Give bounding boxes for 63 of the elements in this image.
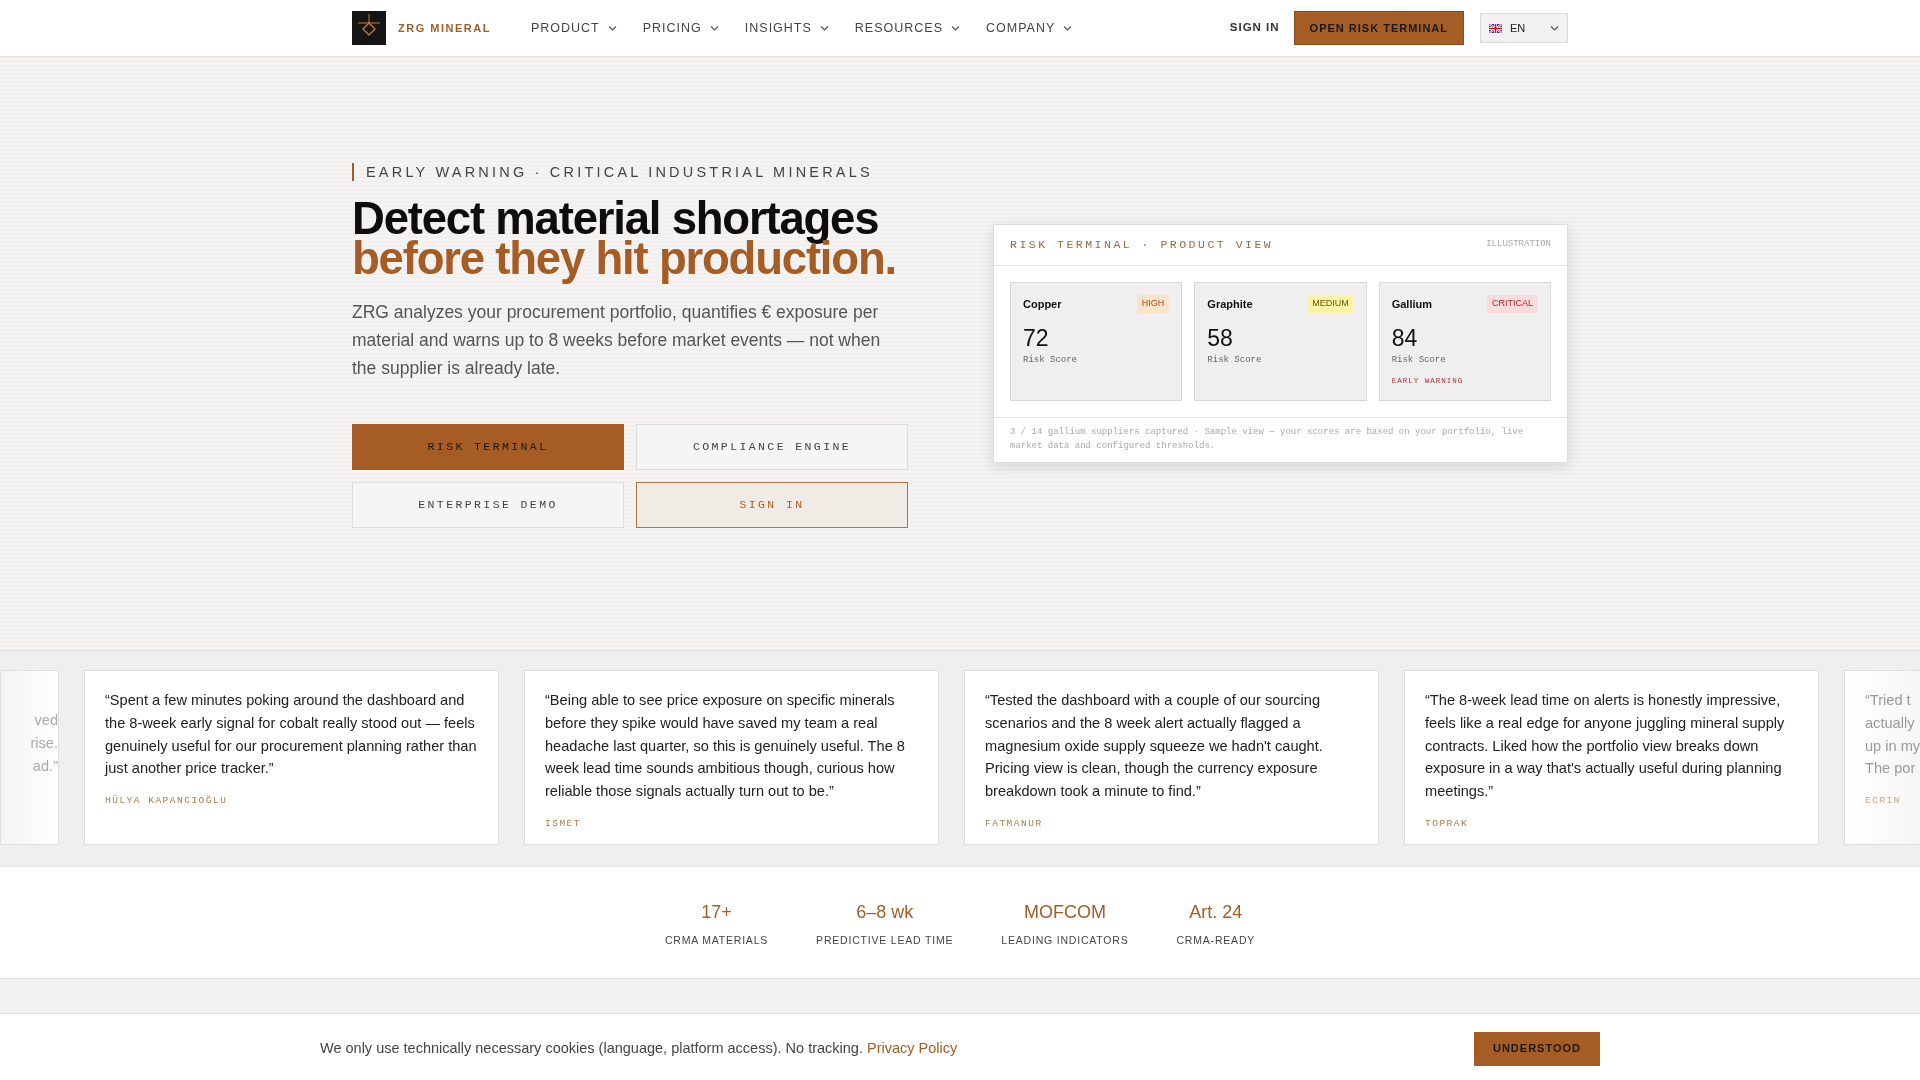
stat-label: LEADING INDICATORS: [1001, 933, 1129, 948]
chevron-down-icon: [819, 25, 829, 31]
severity-badge: HIGH: [1136, 295, 1170, 313]
quote-text-line: actually: [1865, 713, 1916, 733]
hero-button[interactable]: ENTERPRISE DEMO: [352, 482, 624, 528]
stat-label: PREDICTIVE LEAD TIME: [816, 933, 954, 948]
lead-paragraph: ZRG analyzes your procurement portfolio, quantifies € exposure per material and warns up to 8 weeks before market events — not when the supplier is already late.: [352, 301, 882, 380]
quote-text: “Tested the dashboard with a couple of our sourcing scenarios and the 8 week alert actually flagged a magnesium oxide supply squeeze we hadn't caught. Pricing view is clean, though the currency exposure breakdown took a minute to find.”: [985, 691, 1324, 802]
quote-text-line: “Tried t: [1865, 691, 1912, 710]
nav-menu-item[interactable]: COMPANY: [986, 18, 1073, 38]
chevron-down-icon: [951, 25, 961, 31]
eyebrow-text: EARLY WARNING · CRITICAL INDUSTRIAL MINERALS: [352, 163, 908, 181]
hero-button[interactable]: RISK TERMINAL: [352, 424, 624, 470]
terminal-title: RISK TERMINAL · PRODUCT VIEW: [1010, 237, 1274, 254]
material-name: Copper: [1023, 296, 1062, 312]
language-select[interactable]: EN: [1480, 13, 1568, 43]
nav-menu-item[interactable]: INSIGHTS: [744, 18, 829, 38]
stat-value: 6–8 wk: [855, 901, 915, 924]
hero-button[interactable]: SIGN IN: [636, 482, 908, 528]
quote-text: “Being able to see price exposure on specific minerals before they spike would have saved my team a real headache last quarter, so this is genuinely useful. The 8 week lead time sounds ambitious though, curious how reliable those signals actually turn out to be.”: [545, 691, 906, 802]
nav-menu-item[interactable]: PRODUCT: [530, 18, 617, 38]
chevron-down-icon: [607, 25, 617, 31]
quote-text-line: ved: [34, 711, 58, 730]
stat-label: CRMA-READY: [1176, 933, 1256, 948]
footnote-text: 3 / 14 gallium suppliers captured · Sample view — your scores are based on your portfolio, live market data and configured thresholds.: [994, 417, 1567, 462]
chevron-down-icon: [1550, 25, 1559, 31]
stat-value: 17+: [700, 901, 733, 924]
stat-value: MOFCOM: [1022, 901, 1107, 924]
quote-text: “The 8-week lead time on alerts is honestly impressive, feels like a real edge for anyone juggling mineral supply contracts. Liked how the portfolio view breaks down exposure in a way that's actually useful during planning meetings.”: [1425, 691, 1786, 802]
risk-score: 58: [1207, 324, 1234, 351]
author-name: HÜLYA KAPANCIOĞLU: [105, 794, 229, 809]
flag-icon: [1489, 23, 1502, 33]
material-name: Gallium: [1391, 296, 1432, 312]
chevron-down-icon: [709, 25, 719, 31]
material-name: Graphite: [1207, 296, 1253, 312]
sign-in-link[interactable]: SIGN IN: [1223, 18, 1286, 38]
nav-menu-item[interactable]: PRICING: [642, 18, 719, 38]
severity-badge: MEDIUM: [1307, 295, 1354, 313]
illustration-tag: ILLUSTRATION: [1486, 238, 1551, 252]
author-name: ECRIN: [1865, 794, 1902, 809]
logo-icon: [352, 11, 386, 45]
quote-text-line: The por: [1865, 759, 1917, 779]
quote-text: “Spent a few minutes poking around the dashboard and the 8-week early signal for cobalt really stood out — feels genuinely useful for our procurement planning rather than just another price tracker.”: [105, 691, 478, 779]
stat-value: Art. 24: [1188, 901, 1244, 924]
quote-text-line: up in my: [1865, 736, 1920, 756]
privacy-policy-link[interactable]: Privacy Policy: [866, 1039, 958, 1056]
cookie-notice: We only use technically necessary cookies (language, platform access). No tracking. Privacy Policy: [320, 1038, 958, 1058]
author-name: FATMANUR: [985, 817, 1044, 831]
brand-name[interactable]: ZRG MINERAL: [398, 19, 491, 37]
score-label: Risk Score: [1023, 353, 1078, 367]
risk-score: 72: [1023, 324, 1050, 351]
hero-button[interactable]: COMPLIANCE ENGINE: [636, 424, 908, 470]
stat-label: CRMA MATERIALS: [664, 933, 769, 948]
risk-score: 84: [1391, 324, 1419, 351]
author-name: TOPRAK: [1425, 817, 1470, 831]
score-label: Risk Score: [1391, 353, 1447, 367]
score-label: Risk Score: [1207, 353, 1263, 367]
nav-menu-item[interactable]: RESOURCES: [854, 18, 961, 38]
quote-text-line: ad.”: [32, 756, 58, 776]
chevron-down-icon: [1063, 25, 1073, 31]
severity-badge: CRITICAL: [1486, 295, 1538, 313]
quote-text-line: rise.: [30, 733, 58, 753]
author-name: ISMET: [545, 817, 582, 831]
